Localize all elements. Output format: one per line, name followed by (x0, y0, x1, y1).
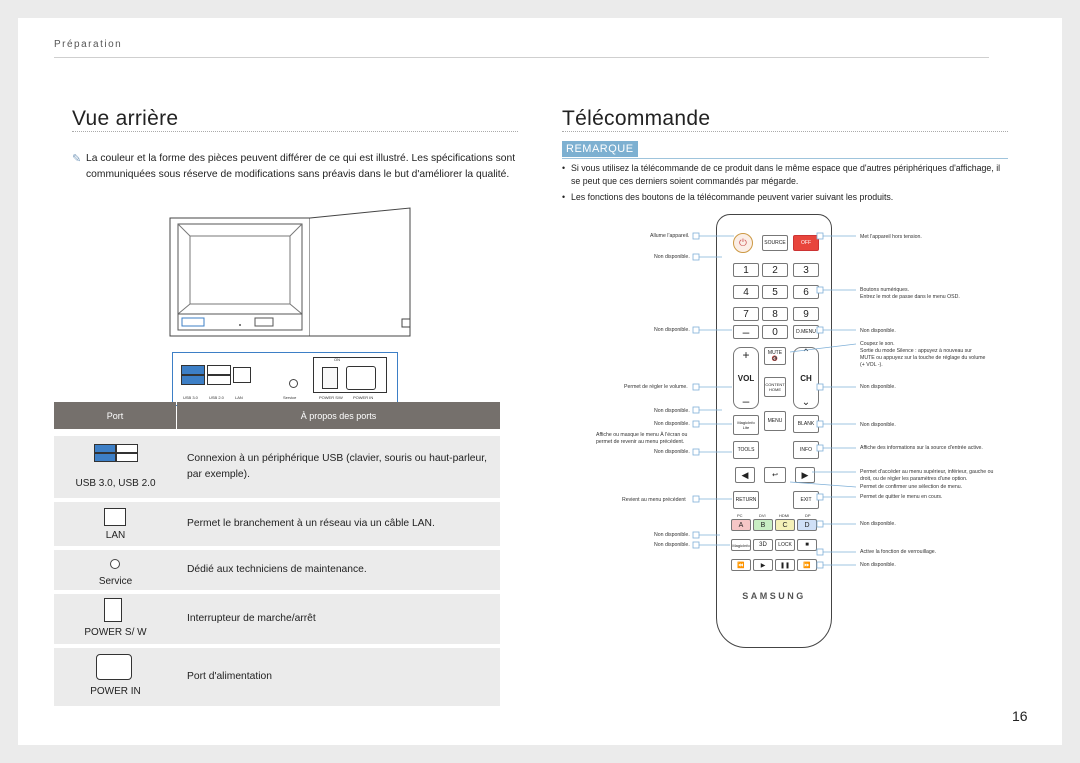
page-number: 16 (1012, 708, 1028, 724)
callout-leaders (692, 232, 857, 569)
